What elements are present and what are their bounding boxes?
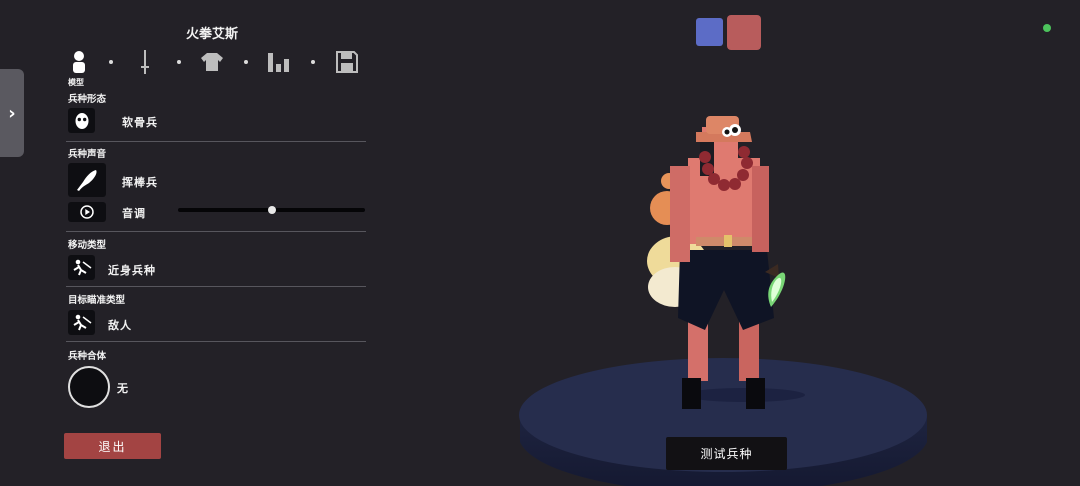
voice-select-button[interactable]	[68, 163, 106, 197]
unit-preview-scene	[519, 116, 927, 486]
tab-model-label: 模型	[68, 78, 84, 87]
shirt-icon	[201, 53, 223, 71]
tab-save[interactable]	[334, 48, 360, 76]
tab-weapons[interactable]	[132, 48, 158, 76]
unit-name: 火拳艾斯	[185, 27, 238, 42]
form-section-title: 兵种形态	[68, 94, 107, 105]
pitch-slider-handle[interactable]	[267, 206, 276, 214]
team-blue-button[interactable]	[696, 18, 723, 46]
target-icon	[72, 314, 91, 330]
movement-value: 近身兵种	[108, 264, 156, 277]
club-icon	[77, 170, 97, 191]
tab-clothing[interactable]	[199, 48, 225, 76]
status-indicator	[1043, 24, 1051, 32]
targeting-value: 敌人	[108, 319, 132, 332]
exit-button[interactable]: 退出	[64, 433, 161, 459]
targeting-section-title: 目标瞄准类型	[68, 295, 126, 306]
play-icon	[80, 205, 94, 219]
voice-value: 挥棒兵	[122, 176, 158, 189]
expand-panel-button[interactable]: ›	[0, 69, 24, 157]
combine-section-title: 兵种合体	[68, 351, 107, 362]
divider	[66, 286, 366, 287]
tab-separator	[109, 60, 113, 64]
combine-value: 无	[117, 382, 129, 395]
test-unit-button[interactable]: 测试兵种	[666, 437, 787, 470]
tab-separator	[177, 60, 181, 64]
movement-section-title: 移动类型	[68, 240, 107, 251]
save-icon	[336, 51, 358, 73]
voice-section-title: 兵种声音	[68, 149, 107, 160]
mask-icon	[75, 112, 88, 129]
form-select-button[interactable]	[68, 108, 95, 133]
team-red-button[interactable]	[727, 15, 761, 50]
movement-select-button[interactable]	[68, 255, 95, 280]
divider	[66, 141, 366, 142]
tab-separator	[311, 60, 315, 64]
divider	[66, 341, 366, 342]
sword-icon	[141, 50, 149, 74]
targeting-select-button[interactable]	[68, 310, 95, 335]
tab-stats[interactable]	[266, 48, 292, 76]
tab-model[interactable]	[66, 48, 92, 76]
combine-select-button[interactable]	[68, 366, 110, 408]
play-sound-button[interactable]	[68, 202, 106, 222]
divider	[66, 231, 366, 232]
tab-separator	[244, 60, 248, 64]
chevron-right-icon: ›	[8, 102, 16, 124]
melee-icon	[72, 259, 91, 275]
pitch-label: 音调	[122, 207, 146, 220]
bar-chart-icon	[268, 53, 289, 72]
person-icon	[73, 51, 85, 73]
form-value: 软骨兵	[122, 116, 158, 129]
